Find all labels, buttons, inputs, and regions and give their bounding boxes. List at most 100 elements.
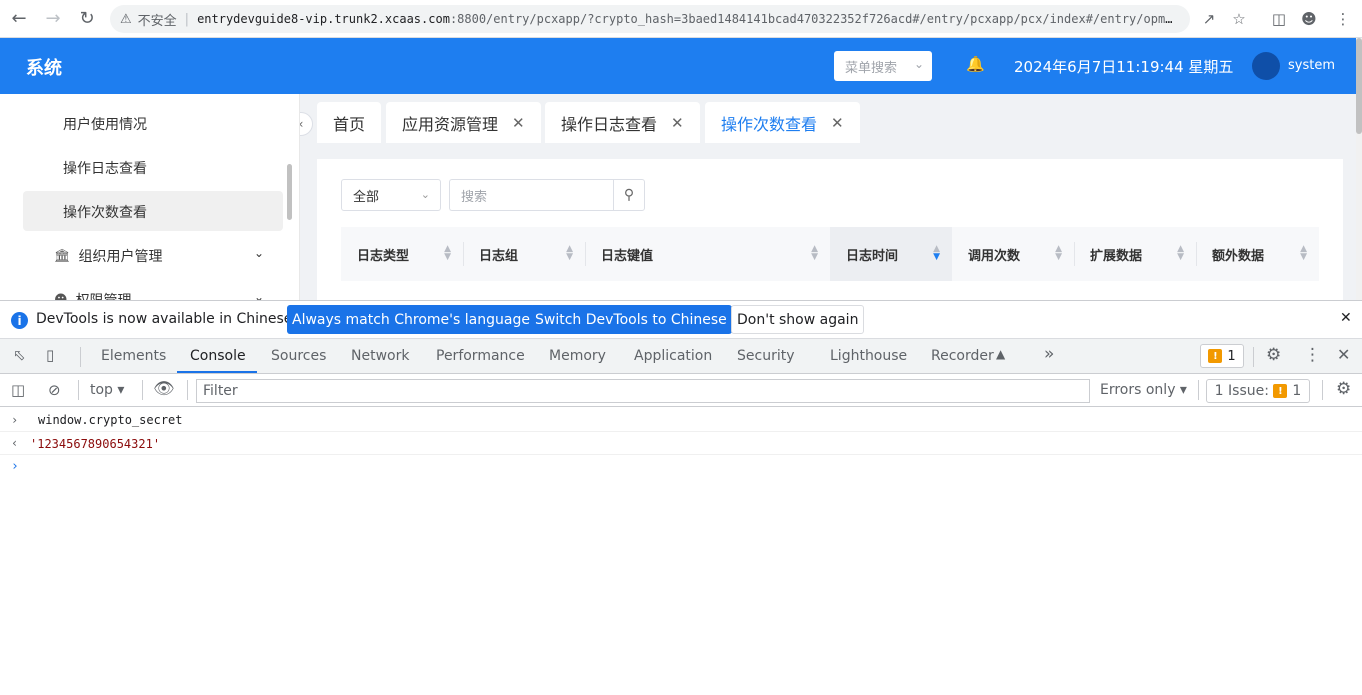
sidebar-item-operation-count[interactable]: 操作次数查看 [63, 202, 147, 222]
page-scrollbar-thumb[interactable] [1356, 38, 1362, 134]
forward-arrow-icon[interactable]: → [38, 4, 68, 34]
more-options-icon[interactable]: ⋮ [1304, 345, 1321, 365]
insecure-label: 不安全 [137, 13, 177, 29]
username[interactable]: system [1288, 58, 1335, 73]
sort-icon[interactable]: ▲ ▼ [811, 245, 818, 262]
tab-home[interactable]: 首页 [317, 102, 382, 143]
chrome-menu-icon[interactable]: ⋮ [1328, 4, 1358, 34]
avatar[interactable] [1252, 52, 1280, 80]
column-label: 扩展数据 [1090, 248, 1143, 264]
tab-lighthouse[interactable]: Lighthouse [830, 348, 907, 364]
tab-label: 操作日志查看 [561, 114, 658, 134]
search-input[interactable]: 搜索 [449, 179, 613, 211]
tab-console[interactable]: Console [190, 348, 246, 364]
column-log-key[interactable]: 日志键值 ▲ ▼ [585, 227, 830, 281]
column-log-time[interactable]: 日志时间 ▲ ▼ [830, 227, 952, 281]
warning-icon: ! [1208, 349, 1223, 363]
log-type-select[interactable]: 全部 ⌄ [341, 179, 441, 211]
console-filter-input[interactable]: Filter [196, 379, 1090, 403]
tab-application[interactable]: Application [634, 348, 712, 364]
tab-security[interactable]: Security [737, 348, 795, 364]
column-call-count[interactable]: 调用次数 ▲ ▼ [952, 227, 1074, 281]
log-levels-select[interactable]: Errors only ▾ [1100, 382, 1187, 398]
close-devtools-icon[interactable]: ✕ [1337, 345, 1350, 364]
settings-gear-icon[interactable]: ⚙ [1266, 345, 1281, 365]
tab-memory[interactable]: Memory [549, 348, 606, 364]
devtools-tabbar: ⬁ ▯ Elements Console Sources Network Per… [0, 339, 1362, 374]
toolbar-divider [187, 380, 188, 400]
column-log-type[interactable]: 日志类型 ▲ ▼ [341, 227, 463, 281]
warning-icon: ⚠ [120, 11, 132, 27]
tab-elements[interactable]: Elements [101, 348, 166, 364]
switch-chinese-button[interactable]: Switch DevTools to Chinese [530, 305, 732, 334]
sidebar-group-permissions[interactable]: ☻ 权限管理 [54, 290, 132, 301]
close-icon[interactable]: ✕ [1340, 310, 1352, 326]
table-header: 日志类型 ▲ ▼ 日志组 ▲ ▼ 日志键值 ▲ ▼ 日志时间 ▲ ▼ 调用次数 ▲ ▼ [341, 227, 1319, 281]
sort-icon[interactable]: ▲ ▼ [1055, 245, 1062, 262]
console-result-line: ‹ '1234567890654321' [0, 432, 1362, 455]
chevron-down-icon[interactable]: ⌄ [254, 290, 264, 300]
menu-search-select[interactable]: 菜单搜索 ⌄ [834, 51, 932, 81]
back-arrow-icon[interactable]: ← [4, 4, 34, 34]
sort-icon[interactable]: ▲ ▼ [566, 245, 573, 262]
close-icon[interactable]: ✕ [671, 114, 684, 132]
tab-recorder[interactable]: Recorder [931, 348, 994, 364]
column-extra-data[interactable]: 额外数据 ▲ ▼ [1196, 227, 1319, 281]
column-label: 日志组 [479, 248, 519, 264]
issues-badge[interactable]: ! 1 [1200, 344, 1244, 368]
device-toolbar-icon[interactable]: ▯ [46, 346, 54, 364]
sidebar-collapse-icon[interactable]: ‹ [300, 112, 313, 136]
sidebar-item-user-usage[interactable]: 用户使用情况 [63, 114, 147, 134]
toolbar-divider [1198, 380, 1199, 400]
clear-console-icon[interactable]: ⊘ [48, 381, 61, 399]
column-label: 额外数据 [1212, 248, 1265, 264]
console-settings-gear-icon[interactable]: ⚙ [1336, 379, 1351, 399]
share-icon[interactable]: ↗ [1194, 4, 1224, 34]
side-panel-icon[interactable]: ◫ [1264, 4, 1294, 34]
close-icon[interactable]: ✕ [512, 114, 525, 132]
sidebar-active-highlight [23, 191, 283, 231]
tab-performance[interactable]: Performance [436, 348, 525, 364]
dont-show-again-button[interactable]: Don't show again [731, 305, 865, 334]
sidebar-scrollbar[interactable] [287, 164, 292, 220]
bell-icon[interactable]: 🔔 [966, 55, 985, 73]
sidebar-group-org-users[interactable]: 🏛 组织用户管理 [54, 246, 163, 266]
chevron-down-icon: ⌄ [913, 57, 924, 71]
more-tabs-icon[interactable]: » [1044, 344, 1054, 364]
chevron-down-icon[interactable]: ⌄ [254, 246, 264, 260]
main-content: 首页 应用资源管理 ✕ 操作日志查看 ✕ 操作次数查看 ✕ 全部 ⌄ 搜索 ⚲ … [300, 94, 1356, 300]
tab-operation-log[interactable]: 操作日志查看 ✕ [545, 102, 700, 143]
console-toolbar: ◫ ⊘ top ▾ 👁 Filter Errors only ▾ 1 Issue… [0, 374, 1362, 407]
match-language-button[interactable]: Always match Chrome's language [287, 305, 535, 334]
reload-icon[interactable]: ↻ [72, 4, 102, 34]
inspect-element-icon[interactable]: ⬁ [13, 346, 26, 364]
tab-app-resources[interactable]: 应用资源管理 ✕ [386, 102, 541, 143]
tab-operation-count[interactable]: 操作次数查看 ✕ [705, 102, 860, 143]
tab-network[interactable]: Network [351, 348, 409, 364]
page-scrollbar[interactable] [1356, 38, 1362, 300]
bookmark-star-icon[interactable]: ☆ [1224, 4, 1254, 34]
sidebar-toggle-icon[interactable]: ◫ [11, 381, 25, 399]
sort-icon[interactable]: ▲ ▼ [1177, 245, 1184, 262]
issues-count: 1 [1292, 383, 1302, 399]
eye-icon[interactable]: 👁 [153, 379, 175, 399]
column-log-group[interactable]: 日志组 ▲ ▼ [463, 227, 585, 281]
result-arrow-icon: ‹ [11, 436, 19, 450]
context-select[interactable]: top ▾ [90, 382, 124, 398]
address-bar[interactable]: ⚠ 不安全 | entrydevguide8-vip.trunk2.xcaas.… [110, 5, 1190, 33]
issues-button[interactable]: 1 Issue: ! 1 [1206, 379, 1310, 403]
sort-icon[interactable]: ▲ ▼ [444, 245, 451, 262]
sort-icon[interactable]: ▲ ▼ [933, 245, 940, 262]
console-output[interactable]: › window.crypto_secret ‹ '12345678906543… [0, 407, 1362, 695]
sidebar-item-operation-log[interactable]: 操作日志查看 [63, 158, 147, 178]
sort-icon[interactable]: ▲ ▼ [1300, 245, 1307, 262]
tab-sources[interactable]: Sources [271, 348, 326, 364]
flask-icon: ▲ [996, 347, 1006, 361]
chevron-right-icon: › [11, 413, 19, 427]
console-prompt-icon[interactable]: › [11, 459, 19, 474]
profile-icon[interactable]: ☻ [1294, 4, 1324, 34]
close-icon[interactable]: ✕ [831, 114, 844, 132]
column-ext-data[interactable]: 扩展数据 ▲ ▼ [1074, 227, 1196, 281]
app-title: 系统 [26, 58, 62, 79]
search-icon[interactable]: ⚲ [613, 179, 645, 211]
